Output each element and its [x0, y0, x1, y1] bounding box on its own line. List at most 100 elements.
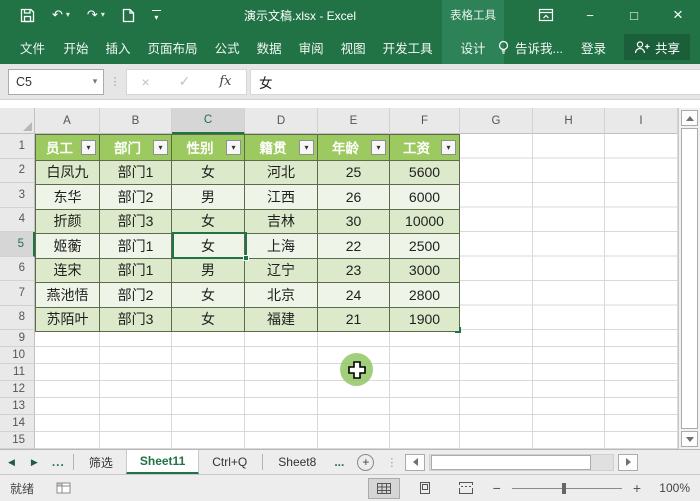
table-header-cell[interactable]: 员工 ▾ — [35, 135, 100, 161]
select-all-button[interactable] — [0, 108, 35, 134]
cell[interactable]: 折颜 — [35, 209, 100, 234]
column-header[interactable]: G — [460, 108, 533, 134]
filter-dropdown-button[interactable]: ▾ — [153, 140, 168, 155]
row-header[interactable]: 14 — [0, 415, 35, 432]
column-header[interactable]: A — [35, 108, 100, 134]
column-header[interactable]: I — [605, 108, 678, 134]
cancel-button[interactable]: × — [141, 74, 149, 90]
ribbon-tab[interactable]: 审阅 — [290, 30, 332, 64]
cell[interactable]: 26 — [318, 185, 390, 210]
ribbon-tab[interactable]: 设计 — [442, 30, 504, 64]
row-header[interactable]: 4 — [0, 207, 35, 232]
row-header[interactable]: 3 — [0, 183, 35, 208]
column-header[interactable]: C — [172, 108, 245, 134]
column-header[interactable]: F — [390, 108, 460, 134]
maximize-button[interactable]: □ — [612, 0, 656, 30]
cell[interactable]: 女 — [172, 283, 245, 308]
qat-customize-button[interactable]: ▾ — [151, 9, 161, 21]
cell[interactable]: 部门1 — [100, 160, 172, 185]
sheet-tab[interactable]: 筛选 — [76, 450, 126, 474]
cell[interactable]: 女 — [172, 160, 245, 185]
row-header[interactable]: 11 — [0, 364, 35, 381]
cell[interactable]: 23 — [318, 258, 390, 283]
row-header[interactable]: 15 — [0, 432, 35, 449]
cell[interactable]: 部门1 — [100, 234, 172, 259]
cell[interactable]: 部门3 — [100, 307, 172, 332]
sheet-tabs-overflow-button[interactable]: ... — [46, 450, 71, 474]
zoom-out-button[interactable]: − — [491, 480, 503, 496]
row-header[interactable]: 2 — [0, 158, 35, 183]
cell[interactable]: 24 — [318, 283, 390, 308]
page-layout-view-button[interactable] — [409, 478, 441, 499]
sheet-tab-active[interactable]: Sheet11 — [125, 450, 200, 474]
redo-dropdown-icon[interactable]: ▾ — [101, 0, 105, 30]
cell[interactable]: 1900 — [390, 307, 460, 332]
ribbon-tab[interactable]: 开始 — [55, 30, 97, 64]
filter-dropdown-button[interactable]: ▾ — [81, 140, 96, 155]
cell[interactable]: 10000 — [390, 209, 460, 234]
scroll-down-button[interactable] — [681, 431, 698, 447]
cell[interactable]: 东华 — [35, 185, 100, 210]
horizontal-scroll-track[interactable] — [429, 453, 615, 471]
page-break-view-button[interactable] — [450, 478, 482, 499]
ribbon-tab[interactable]: 页面布局 — [139, 30, 206, 64]
minimize-button[interactable]: − — [568, 0, 612, 30]
scroll-right-button[interactable] — [618, 453, 639, 471]
cell[interactable]: 30 — [318, 209, 390, 234]
cell[interactable]: 21 — [318, 307, 390, 332]
table-header-cell[interactable]: 部门 ▾ — [100, 135, 172, 161]
redo-button[interactable]: ↷ ▾ — [87, 0, 105, 30]
vertical-scroll-thumb[interactable] — [681, 128, 698, 429]
filter-dropdown-button[interactable]: ▾ — [371, 140, 386, 155]
close-button[interactable]: × — [656, 0, 700, 30]
cell[interactable]: 燕池悟 — [35, 283, 100, 308]
cell[interactable]: 部门1 — [100, 258, 172, 283]
cell[interactable]: 25 — [318, 160, 390, 185]
column-header[interactable]: D — [245, 108, 318, 134]
cell[interactable]: 河北 — [245, 160, 318, 185]
sheet-nav-left-button[interactable]: ◀ — [0, 450, 23, 474]
cell[interactable]: 吉林 — [245, 209, 318, 234]
cell[interactable]: 女 — [172, 209, 245, 234]
cell[interactable]: 上海 — [245, 234, 318, 259]
row-header[interactable]: 9 — [0, 330, 35, 347]
cell[interactable]: 北京 — [245, 283, 318, 308]
cell[interactable]: 3000 — [390, 258, 460, 283]
ribbon-tab[interactable]: 开发工具 — [374, 30, 441, 64]
new-sheet-button[interactable]: + — [357, 453, 375, 471]
table-header-cell[interactable]: 工资 ▾ — [390, 135, 460, 161]
formula-input[interactable] — [251, 69, 700, 94]
table-header-cell[interactable]: 年龄 ▾ — [318, 135, 390, 161]
cell[interactable]: 姬蘅 — [35, 234, 100, 259]
cell[interactable]: 5600 — [390, 160, 460, 185]
ribbon-tab[interactable]: 视图 — [332, 30, 374, 64]
cell[interactable]: 连宋 — [35, 258, 100, 283]
row-header[interactable]: 10 — [0, 347, 35, 364]
sheet-tab[interactable]: Ctrl+Q — [199, 450, 260, 474]
more-sheets-button[interactable]: ... — [329, 450, 349, 474]
ribbon-display-options-button[interactable] — [524, 0, 568, 30]
row-header[interactable]: 12 — [0, 381, 35, 398]
enter-button[interactable]: ✓ — [179, 73, 191, 90]
zoom-in-button[interactable]: + — [631, 480, 643, 496]
horizontal-scrollbar[interactable] — [405, 450, 639, 474]
row-header[interactable]: 5 — [0, 232, 35, 257]
ribbon-tab[interactable]: 数据 — [248, 30, 290, 64]
tell-me-button[interactable]: 告诉我... — [497, 38, 563, 57]
share-button[interactable]: 共享 — [623, 34, 690, 60]
scroll-left-button[interactable] — [405, 453, 426, 471]
table-resize-handle[interactable] — [455, 327, 461, 333]
cell[interactable]: 女 — [172, 307, 245, 332]
sign-in-button[interactable]: 登录 — [581, 38, 606, 57]
cell[interactable]: 男 — [172, 258, 245, 283]
normal-view-button[interactable] — [367, 477, 400, 499]
cell[interactable]: 2800 — [390, 283, 460, 308]
row-header[interactable]: 13 — [0, 398, 35, 415]
cell[interactable]: 部门2 — [100, 283, 172, 308]
cell[interactable]: 22 — [318, 234, 390, 259]
cell[interactable]: 福建 — [245, 307, 318, 332]
filter-dropdown-button[interactable]: ▾ — [299, 140, 314, 155]
column-header[interactable]: E — [318, 108, 390, 134]
filter-dropdown-button[interactable]: ▾ — [226, 140, 241, 155]
name-box[interactable]: C5 ▾ — [8, 68, 104, 95]
